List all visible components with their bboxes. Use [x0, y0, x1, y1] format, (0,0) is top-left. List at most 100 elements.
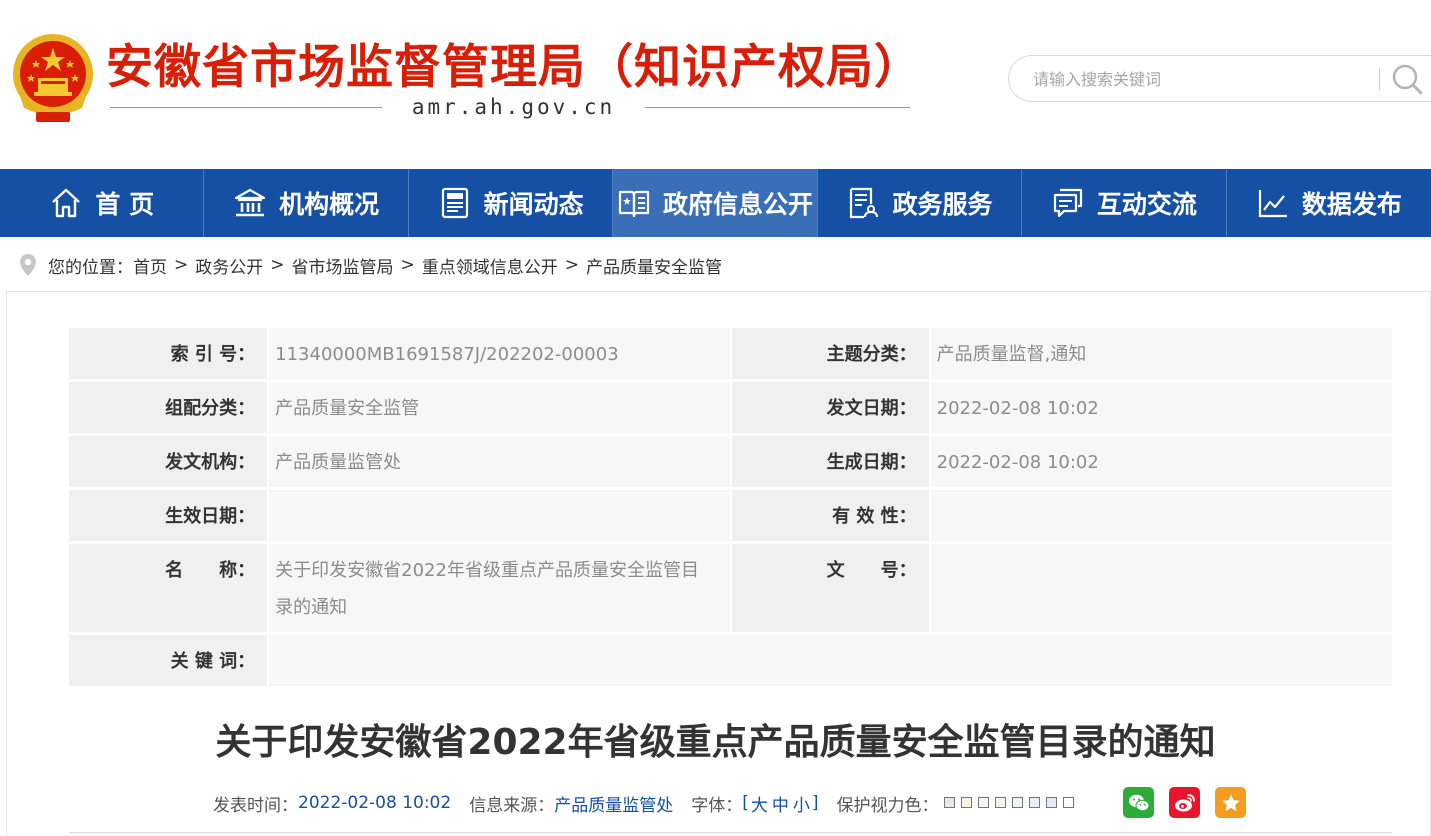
- title-divider-right: [645, 107, 910, 108]
- publish-time-label: 发表时间：: [213, 795, 298, 816]
- star-icon: [1221, 794, 1240, 811]
- info-label: 有 效 性：: [730, 490, 929, 544]
- info-label: 文 号：: [730, 544, 929, 635]
- eye-care-swatch[interactable]: [961, 797, 973, 808]
- breadcrumb-separator: >: [564, 255, 579, 275]
- breadcrumb-item-gov-affairs[interactable]: 政务公开: [195, 253, 263, 278]
- info-label: 索 引 号：: [69, 328, 268, 382]
- site-domain: amr.ah.gov.cn: [411, 95, 616, 119]
- nav-item-data[interactable]: 数据发布: [1227, 169, 1431, 237]
- font-size-large-button[interactable]: 大: [751, 791, 768, 816]
- source-value: 产品质量监管处: [554, 795, 674, 816]
- breadcrumb-item-home[interactable]: 首页: [133, 253, 167, 278]
- wechat-icon: [1128, 794, 1149, 811]
- info-label: 主题分类：: [730, 328, 929, 382]
- info-issue-date: 2022-02-08 10:02: [928, 382, 1392, 436]
- breadcrumb-separator: >: [270, 255, 285, 275]
- info-label: 关 键 词：: [69, 635, 268, 689]
- table-row: 关 键 词：: [69, 635, 1392, 689]
- eye-care-swatch[interactable]: [995, 797, 1007, 808]
- document-info-table: 索 引 号： 11340000MB1691587J/202202-00003 主…: [69, 328, 1392, 689]
- home-icon: [52, 188, 81, 218]
- nav-item-home[interactable]: 首 页: [0, 169, 205, 237]
- favorite-button[interactable]: [1215, 787, 1246, 818]
- nav-item-organization[interactable]: 机构概况: [204, 169, 409, 237]
- search-divider: [1379, 68, 1380, 90]
- info-issuer: 产品质量监管处: [267, 436, 731, 490]
- location-pin-icon: [20, 254, 36, 276]
- nav-item-label: 机构概况: [279, 190, 380, 219]
- eye-care-swatches: [938, 793, 1075, 813]
- publish-time: 2022-02-08 10:02: [298, 793, 452, 813]
- info-effective-date: [267, 490, 731, 544]
- info-label: 名 称：: [69, 544, 268, 635]
- font-size-label: 字体：: [691, 795, 743, 816]
- font-bracket-open: [: [742, 793, 749, 813]
- nav-item-label: 新闻动态: [483, 190, 584, 219]
- share-weibo-button[interactable]: [1169, 787, 1200, 818]
- info-created-date: 2022-02-08 10:02: [928, 436, 1392, 490]
- article-title: 关于印发安徽省2022年省级重点产品质量安全监管目录的通知: [215, 722, 1216, 763]
- info-validity: [928, 490, 1392, 544]
- breadcrumb-item-bureau[interactable]: 省市场监管局: [292, 253, 394, 278]
- search-box: [1008, 55, 1431, 102]
- meta-divider: [69, 832, 1392, 833]
- eye-care-swatch[interactable]: [1012, 797, 1024, 808]
- nav-item-news[interactable]: 新闻动态: [409, 169, 614, 237]
- eye-care-label: 保护视力色：: [836, 795, 939, 816]
- info-topic: 产品质量监督,通知: [928, 328, 1392, 382]
- nav-item-label: 政府信息公开: [663, 190, 814, 219]
- info-category: 产品质量安全监管: [267, 382, 731, 436]
- info-label: 发文机构：: [69, 436, 268, 490]
- search-icon[interactable]: [1389, 62, 1425, 96]
- table-row: 组配分类： 产品质量安全监管 发文日期： 2022-02-08 10:02: [69, 382, 1392, 436]
- chat-icon: [1053, 188, 1082, 218]
- nav-item-services[interactable]: 政务服务: [818, 169, 1023, 237]
- eye-care-swatch[interactable]: [978, 797, 990, 808]
- info-keywords: [267, 635, 1392, 689]
- eye-care-swatch[interactable]: [944, 797, 956, 808]
- service-doc-icon: [850, 187, 879, 219]
- building-icon: [235, 188, 266, 217]
- weibo-icon: [1174, 793, 1195, 811]
- nav-item-label: 首 页: [95, 190, 155, 219]
- share-wechat-button[interactable]: [1123, 787, 1154, 818]
- font-size-medium-button[interactable]: 中: [772, 791, 789, 816]
- site-header: 安徽省市场监督管理局（知识产权局） amr.ah.gov.cn: [0, 0, 1431, 169]
- eye-care-swatch[interactable]: [1063, 797, 1075, 808]
- breadcrumb-item-current[interactable]: 产品质量安全监管: [586, 253, 722, 278]
- search-input[interactable]: [1033, 67, 1363, 91]
- table-row: 索 引 号： 11340000MB1691587J/202202-00003 主…: [69, 328, 1392, 382]
- open-book-icon: [618, 190, 650, 218]
- nav-item-interaction[interactable]: 互动交流: [1022, 169, 1227, 237]
- breadcrumb-separator: >: [400, 255, 415, 275]
- table-row: 生效日期： 有 效 性：: [69, 490, 1392, 544]
- info-label: 发文日期：: [730, 382, 929, 436]
- info-label: 生成日期：: [730, 436, 929, 490]
- eye-care-swatch[interactable]: [1029, 797, 1041, 808]
- breadcrumb-separator: >: [174, 255, 189, 275]
- article-meta: 发表时间： 2022-02-08 10:02 信息来源： 产品质量监管处 字体：…: [213, 788, 1075, 818]
- info-label: 组配分类：: [69, 382, 268, 436]
- breadcrumb-item-key-areas[interactable]: 重点领域信息公开: [422, 253, 558, 278]
- font-bracket-close: ]: [811, 793, 819, 813]
- site-title: 安徽省市场监督管理局（知识产权局）: [106, 40, 922, 95]
- chart-icon: [1258, 190, 1287, 218]
- info-index-no: 11340000MB1691587J/202202-00003: [267, 328, 731, 382]
- info-doc-name: 关于印发安徽省2022年省级重点产品质量安全监管目录的通知: [267, 544, 731, 635]
- table-row: 发文机构： 产品质量监管处 生成日期： 2022-02-08 10:02: [69, 436, 1392, 490]
- nav-item-gov-info[interactable]: 政府信息公开: [613, 169, 818, 237]
- eye-care-swatch[interactable]: [1046, 797, 1058, 808]
- main-nav: 首 页 机构概况 新闻动态 政府信息公开 政务服务 互动交流 数据发布: [0, 169, 1431, 237]
- nav-item-label: 数据发布: [1301, 190, 1402, 219]
- info-label: 生效日期：: [69, 490, 268, 544]
- nav-item-label: 政务服务: [892, 190, 993, 219]
- breadcrumb: 您的位置： 首页 > 政务公开 > 省市场监管局 > 重点领域信息公开 > 产品…: [18, 251, 722, 279]
- title-divider-left: [110, 107, 382, 108]
- table-row: 名 称： 关于印发安徽省2022年省级重点产品质量安全监管目录的通知 文 号：: [69, 544, 1392, 635]
- national-emblem-icon[interactable]: [8, 30, 98, 126]
- nav-item-label: 互动交流: [1096, 190, 1197, 219]
- font-size-small-button[interactable]: 小: [793, 791, 810, 816]
- info-doc-no: [928, 544, 1392, 635]
- source-label: 信息来源：: [469, 795, 555, 816]
